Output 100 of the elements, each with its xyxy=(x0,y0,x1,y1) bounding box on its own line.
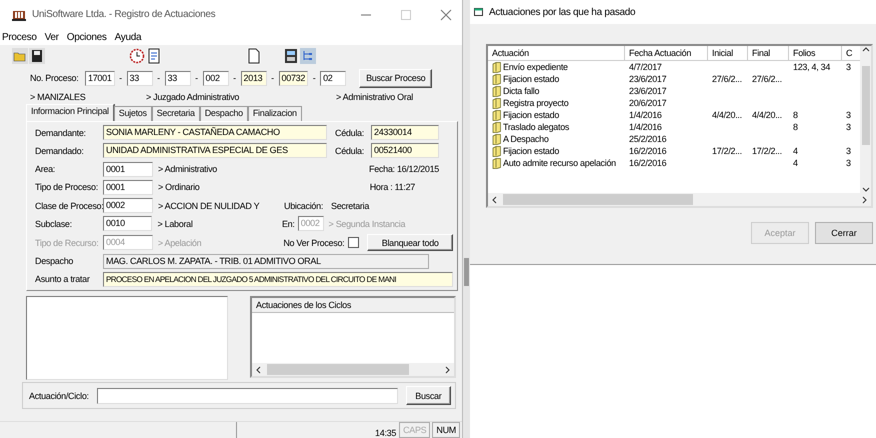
folder-icon xyxy=(492,122,501,132)
input-field[interactable]: 2013 xyxy=(240,70,267,86)
horizontal-scrollbar[interactable] xyxy=(252,363,454,376)
input-field[interactable]: 24330014 xyxy=(371,125,439,140)
table-cell: 3 xyxy=(846,61,851,73)
window-title: UniSoftware Ltda. - Registro de Actuaciones xyxy=(32,9,216,20)
list-view[interactable] xyxy=(486,44,873,208)
table-cell: Dicta fallo xyxy=(503,85,540,97)
date-text: Fecha: 16/12/2015 xyxy=(369,164,439,174)
description-text: > Apelación xyxy=(158,238,202,248)
location-text: > Administrativo Oral xyxy=(336,92,413,102)
table-cell: 17/2/2... xyxy=(712,145,742,157)
horizontal-scrollbar[interactable] xyxy=(488,193,871,206)
menu-item[interactable]: Opciones xyxy=(66,32,107,42)
field-label: Area: xyxy=(35,164,56,174)
table-cell: 4/4/20... xyxy=(712,109,742,121)
column-header[interactable]: Inicial xyxy=(708,46,748,60)
calculator-icon[interactable] xyxy=(283,48,299,64)
table-cell: 3 xyxy=(846,145,851,157)
field-label: Demandante: xyxy=(35,128,87,138)
separator-text: - xyxy=(232,73,237,83)
description-text: > Segunda Instancia xyxy=(328,218,406,229)
tab[interactable]: Sujetos xyxy=(114,106,152,121)
table-cell: 3 xyxy=(846,157,851,169)
location-text: > MANIZALES xyxy=(30,92,86,102)
column-header[interactable]: Fecha Actuación xyxy=(625,46,708,60)
input-field[interactable]: 00521400 xyxy=(371,143,439,158)
description-text: > ACCION DE NULIDAD Y xyxy=(158,200,260,211)
input-field[interactable]: UNIDAD ADMINISTRATIVA ESPECIAL DE GES xyxy=(103,143,327,158)
tab[interactable]: Despacho xyxy=(200,106,248,121)
table-cell: 8 xyxy=(793,121,798,133)
checkbox[interactable] xyxy=(348,237,360,248)
clock-icon[interactable] xyxy=(129,48,145,64)
table-cell: 20/6/2017 xyxy=(629,97,666,109)
field-label: Despacho xyxy=(35,256,74,266)
table-cell: Fijacion estado xyxy=(503,109,560,121)
column-header[interactable]: Final xyxy=(748,46,789,60)
search-button[interactable]: Buscar xyxy=(406,386,451,405)
field-label: Asunto a tratar xyxy=(35,274,91,284)
input-field[interactable]: 0002 xyxy=(103,198,153,214)
save-icon[interactable] xyxy=(29,48,45,64)
clock-text: 14:35 xyxy=(375,428,396,438)
table-cell: 17/2/2... xyxy=(752,145,782,157)
column-header[interactable]: Folios xyxy=(789,46,842,60)
input-field[interactable]: 00732 xyxy=(278,70,308,86)
description-text: > Laboral xyxy=(157,218,194,229)
window-icon xyxy=(474,7,484,17)
table-cell: 4/4/20... xyxy=(752,109,782,121)
table-cell: Traslado alegatos xyxy=(503,121,570,133)
table-cell: 3 xyxy=(846,121,851,133)
input-field[interactable]: 02 xyxy=(320,70,346,86)
field-label: Cédula: xyxy=(335,128,365,138)
dialog-button[interactable]: Cerrar xyxy=(815,222,873,244)
menu-item[interactable]: Proceso xyxy=(2,32,37,42)
table-cell: 27/6/2... xyxy=(712,73,742,85)
table-cell: 23/6/2017 xyxy=(629,85,666,97)
input-field[interactable]: 0001 xyxy=(103,180,153,195)
field-label: Cédula: xyxy=(335,146,365,156)
app-icon xyxy=(12,8,26,20)
field-label: Tipo de Recurso: xyxy=(35,238,100,248)
document-icon[interactable] xyxy=(146,48,162,64)
input-field[interactable]: PROCESO EN APELACION DEL JUZGADO 5 ADMINISTRATIVO DEL CIRCUITO DE MANI xyxy=(103,272,453,287)
field-label: Subclase: xyxy=(35,218,73,229)
input-field[interactable]: 33 xyxy=(126,70,153,86)
tab[interactable]: Secretaria xyxy=(152,106,200,121)
table-cell: 4/7/2017 xyxy=(629,61,662,73)
table-cell: 8 xyxy=(793,109,798,121)
time-text: Hora : 11:27 xyxy=(370,182,415,192)
input-field[interactable]: 33 xyxy=(164,70,191,86)
table-cell: Registra proyecto xyxy=(503,97,568,109)
folder-icon xyxy=(492,110,501,120)
input-field[interactable]: SONIA MARLENY - CASTAÑEDA CAMACHO xyxy=(103,125,327,140)
field-label: Actuación/Ciclo: xyxy=(29,390,89,400)
input-field[interactable]: 17001 xyxy=(85,70,115,86)
table-cell: Auto admite recurso apelación xyxy=(503,157,616,169)
input-field[interactable]: 0010 xyxy=(103,216,152,232)
table-cell: 25/2/2016 xyxy=(629,133,666,145)
blank-page-icon[interactable] xyxy=(246,48,262,64)
table-cell: Envío expediente xyxy=(503,61,568,73)
input-field[interactable] xyxy=(96,388,398,404)
search-button[interactable]: Buscar Proceso xyxy=(359,68,432,88)
clear-button[interactable]: Blanquear todo xyxy=(367,234,454,251)
column-header[interactable]: Actuación xyxy=(488,46,625,60)
table-cell: A Despacho xyxy=(503,133,549,145)
vertical-scrollbar[interactable] xyxy=(860,46,871,193)
description-text: > Administrativo xyxy=(158,164,218,174)
tab[interactable]: Informacion Principal xyxy=(26,104,114,121)
folder-icon xyxy=(492,74,501,84)
vertical-scrollbar[interactable] xyxy=(462,0,470,438)
tab[interactable]: Finalizacion xyxy=(248,106,302,121)
input-field[interactable]: 0001 xyxy=(103,162,153,177)
input-field[interactable]: 002 xyxy=(202,70,229,86)
table-cell: Fijacion estado xyxy=(503,145,560,157)
table-cell: 16/2/2016 xyxy=(629,145,666,157)
cycle-list[interactable]: Actuaciones de los Ciclos xyxy=(250,296,456,378)
field-label: Tipo de Proceso: xyxy=(35,182,99,192)
close-icon[interactable] xyxy=(440,8,452,20)
column-header[interactable]: Actuaciones de los Ciclos xyxy=(252,298,454,313)
menu-item[interactable]: Ayuda xyxy=(114,32,142,42)
menu-item[interactable]: Ver xyxy=(44,32,59,42)
